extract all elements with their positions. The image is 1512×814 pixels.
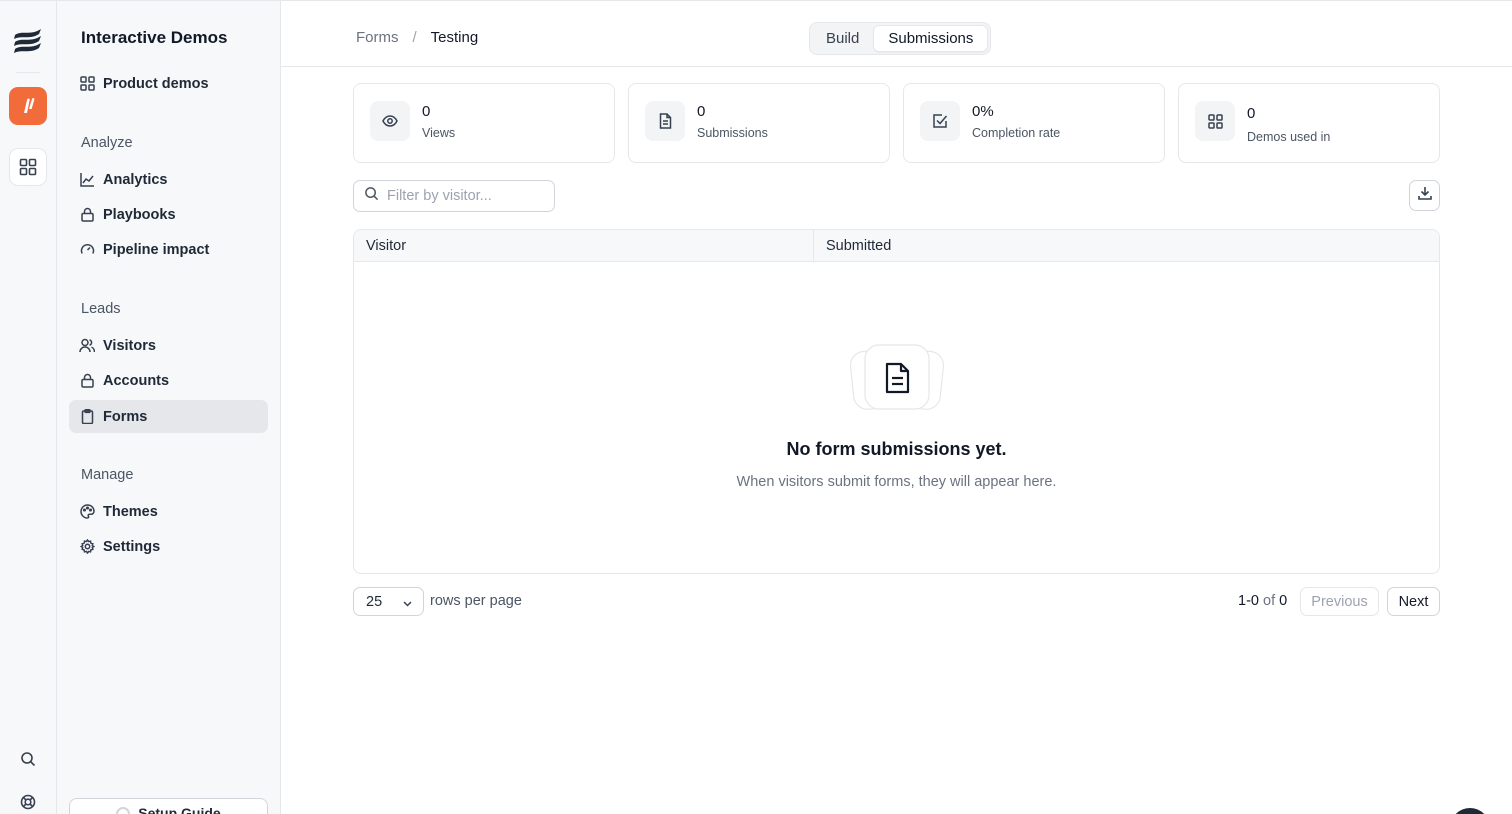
search-icon[interactable] bbox=[18, 749, 38, 769]
lock-icon bbox=[79, 207, 95, 223]
stat-value: 0 bbox=[697, 103, 706, 120]
interactive-demos-app-icon[interactable] bbox=[9, 87, 47, 125]
stat-label: Demos used in bbox=[1247, 130, 1331, 144]
chat-widget-button[interactable] bbox=[1450, 808, 1490, 814]
sidebar-item-label: Pipeline impact bbox=[103, 241, 210, 258]
stat-value: 0 bbox=[1247, 105, 1256, 122]
view-tabs: Build Submissions bbox=[809, 22, 992, 55]
sidebar-item-label: Settings bbox=[103, 538, 161, 555]
sidebar-item-visitors[interactable]: Visitors bbox=[69, 329, 268, 362]
progress-ring-icon bbox=[116, 807, 131, 814]
stats-row: 0 Views 0 Submissions 0% Completion rate bbox=[353, 83, 1440, 163]
gear-icon bbox=[79, 539, 95, 555]
sidebar-item-analytics[interactable]: Analytics bbox=[69, 163, 268, 196]
sidebar-item-themes[interactable]: Themes bbox=[69, 495, 268, 528]
page-range: 1-0 of 0 bbox=[1238, 593, 1287, 609]
line-chart-icon bbox=[79, 172, 95, 188]
page-range-value: 1-0 bbox=[1238, 593, 1259, 609]
page-range-of: of bbox=[1263, 593, 1276, 609]
stat-value: 0% bbox=[972, 103, 994, 120]
sidebar-item-playbooks[interactable]: Playbooks bbox=[69, 198, 268, 231]
users-icon bbox=[79, 338, 95, 354]
breadcrumb-current: Testing bbox=[430, 29, 479, 46]
palette-icon bbox=[79, 504, 95, 520]
sidebar-item-label: Playbooks bbox=[103, 206, 176, 223]
sidebar-item-label: Forms bbox=[103, 408, 148, 425]
sidebar-item-label: Analytics bbox=[103, 171, 168, 188]
section-heading-leads: Leads bbox=[81, 301, 121, 317]
breadcrumb: Forms / Testing bbox=[356, 29, 478, 46]
filter-box bbox=[353, 180, 555, 212]
sidebar-item-accounts[interactable]: Accounts bbox=[69, 364, 268, 397]
sidebar: Interactive Demos Product demos Analyze … bbox=[57, 0, 281, 814]
sidebar-item-label: Product demos bbox=[103, 75, 209, 92]
empty-state-subtitle: When visitors submit forms, they will ap… bbox=[736, 474, 1057, 490]
rows-per-page-value: 25 bbox=[366, 593, 383, 610]
tab-build[interactable]: Build bbox=[812, 25, 873, 52]
submissions-table: Visitor Submitted No form submissions ye… bbox=[353, 229, 1440, 574]
section-heading-analyze: Analyze bbox=[81, 135, 133, 151]
download-icon bbox=[1417, 185, 1433, 206]
search-icon bbox=[364, 186, 379, 206]
sidebar-item-forms[interactable]: Forms bbox=[69, 400, 268, 433]
previous-page-button[interactable]: Previous bbox=[1300, 587, 1379, 616]
setup-guide-button[interactable]: Setup Guide bbox=[69, 798, 268, 814]
empty-state-document-icon bbox=[849, 344, 945, 412]
stat-card-views: 0 Views bbox=[353, 83, 615, 163]
eye-icon bbox=[370, 101, 410, 141]
chevron-down-icon bbox=[402, 597, 413, 613]
sidebar-item-product-demos[interactable]: Product demos bbox=[69, 67, 268, 100]
empty-state-title: No form submissions yet. bbox=[786, 439, 1007, 459]
document-icon bbox=[645, 101, 685, 141]
filter-visitor-input[interactable] bbox=[387, 188, 547, 204]
sidebar-item-label: Visitors bbox=[103, 337, 156, 354]
sidebar-item-pipeline-impact[interactable]: Pipeline impact bbox=[69, 233, 268, 266]
sidebar-item-label: Accounts bbox=[103, 372, 170, 389]
gauge-icon bbox=[79, 242, 95, 258]
apps-grid-icon[interactable] bbox=[9, 148, 47, 186]
stat-label: Views bbox=[422, 126, 456, 140]
clipboard-icon bbox=[79, 409, 95, 425]
table-header: Visitor Submitted bbox=[354, 230, 1439, 262]
download-button[interactable] bbox=[1409, 180, 1440, 211]
setup-guide-label: Setup Guide bbox=[138, 805, 221, 814]
next-page-button[interactable]: Next bbox=[1387, 587, 1440, 616]
brand-logo-icon[interactable] bbox=[12, 27, 44, 55]
column-header-visitor[interactable]: Visitor bbox=[354, 230, 814, 261]
stat-card-completion-rate: 0% Completion rate bbox=[903, 83, 1165, 163]
column-header-submitted[interactable]: Submitted bbox=[814, 230, 891, 261]
tab-submissions[interactable]: Submissions bbox=[873, 25, 989, 52]
top-bar: Forms / Testing Build Submissions bbox=[281, 0, 1512, 67]
stat-value: 0 bbox=[422, 103, 431, 120]
rows-per-page-select[interactable]: 25 bbox=[353, 587, 424, 616]
breadcrumb-separator: / bbox=[412, 29, 417, 46]
help-lifebuoy-icon[interactable] bbox=[18, 792, 38, 812]
stat-label: Completion rate bbox=[972, 126, 1061, 140]
breadcrumb-forms-link[interactable]: Forms bbox=[356, 29, 399, 46]
sidebar-item-label: Themes bbox=[103, 503, 158, 520]
page-total: 0 bbox=[1279, 593, 1288, 609]
stat-card-submissions: 0 Submissions bbox=[628, 83, 890, 163]
check-square-icon bbox=[920, 101, 960, 141]
stat-card-demos-used-in: 0 Demos used in bbox=[1178, 83, 1440, 163]
grid-icon bbox=[1195, 101, 1235, 141]
sidebar-item-settings[interactable]: Settings bbox=[69, 530, 268, 563]
stat-label: Submissions bbox=[697, 126, 768, 140]
rows-per-page-label: rows per page bbox=[430, 593, 522, 609]
app-rail bbox=[0, 0, 57, 814]
section-heading-manage: Manage bbox=[81, 467, 134, 483]
lock-icon bbox=[79, 373, 95, 389]
pagination: 25 rows per page 1-0 of 0 Previous Next bbox=[353, 587, 1440, 616]
grid-icon bbox=[79, 76, 95, 92]
rail-divider bbox=[16, 72, 40, 73]
sidebar-title: Interactive Demos bbox=[81, 28, 228, 47]
